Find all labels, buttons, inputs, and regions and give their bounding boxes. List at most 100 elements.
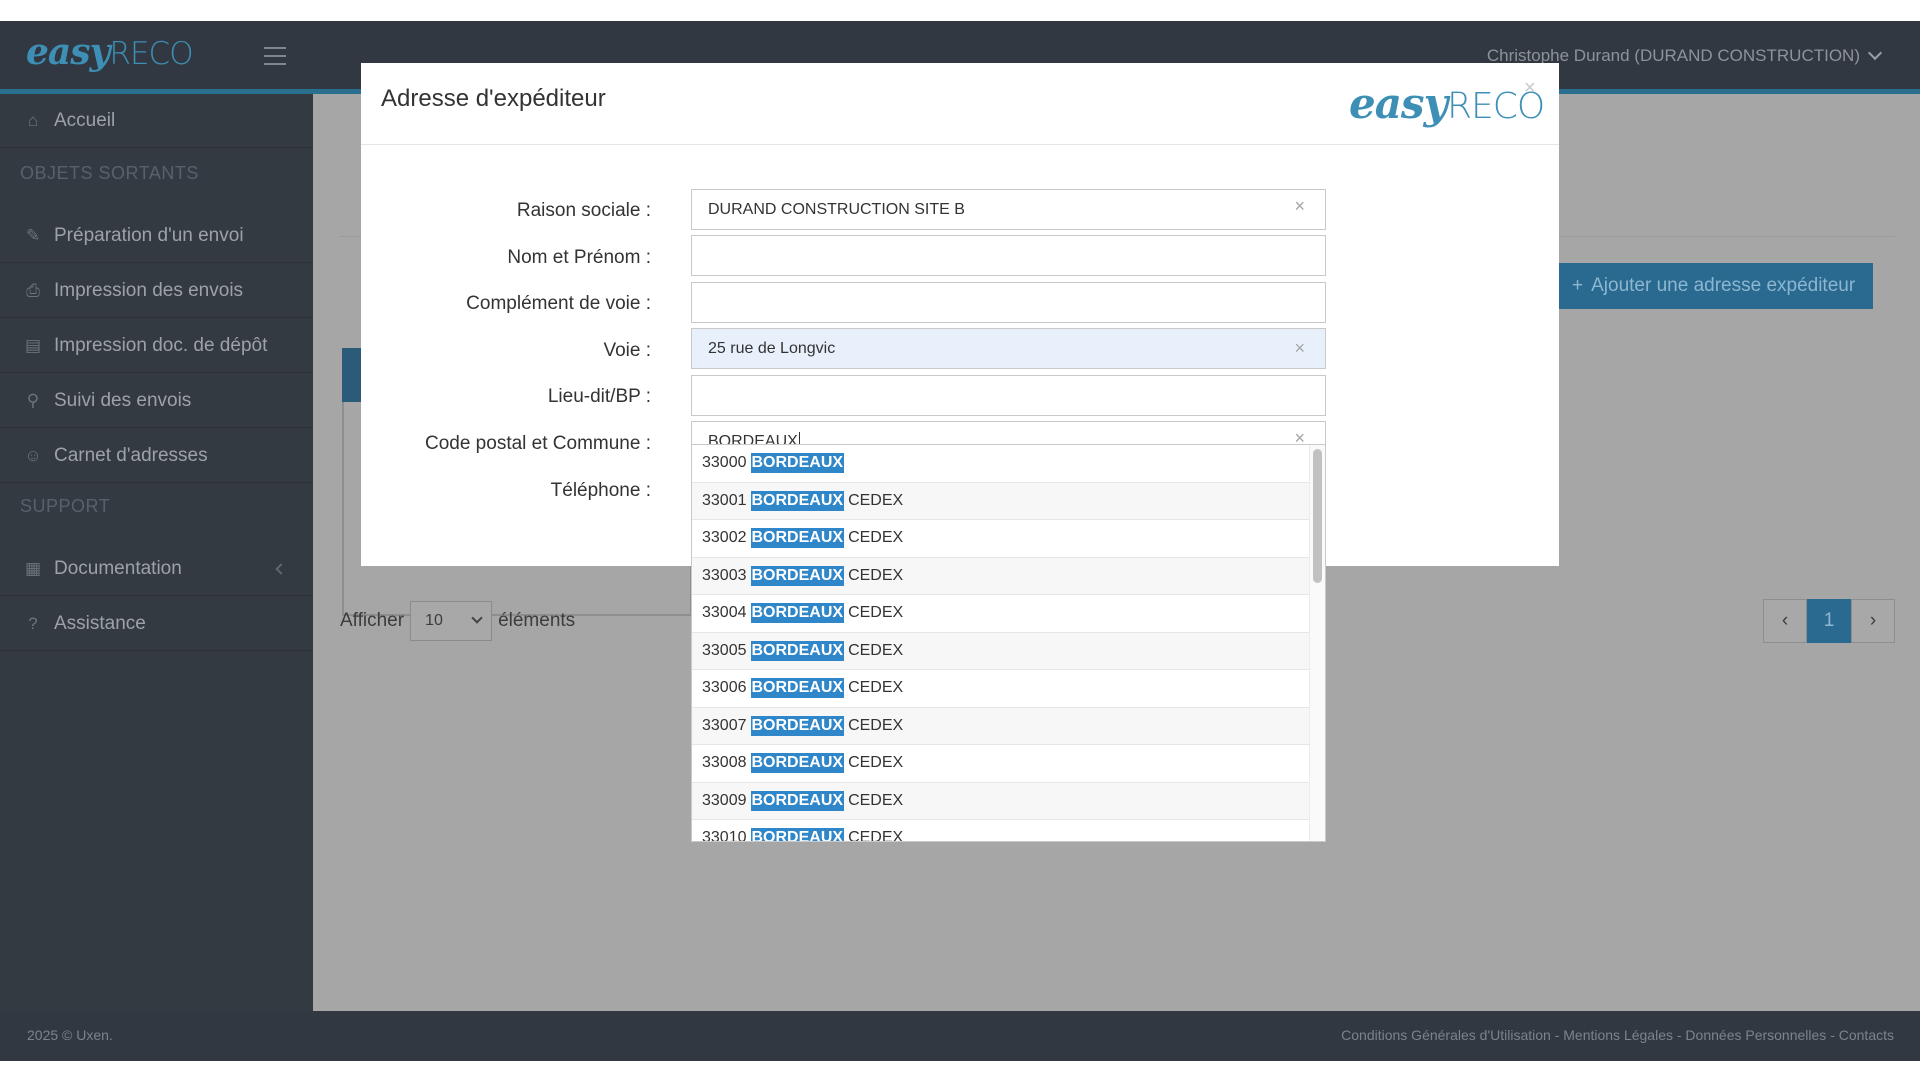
scrollbar-thumb[interactable] (1313, 449, 1322, 583)
option-postal-code: 33003 (702, 566, 747, 584)
clear-icon[interactable]: × (1294, 338, 1305, 359)
option-postal-code: 33005 (702, 641, 747, 659)
home-icon: ⌂ (27, 110, 39, 130)
autocomplete-option[interactable]: 33007 BORDEAUX CEDEX (692, 707, 1309, 745)
table-header (342, 348, 362, 402)
raison-sociale-value: DURAND CONSTRUCTION SITE B (708, 200, 965, 218)
option-suffix: CEDEX (848, 829, 904, 842)
complement-label: Complément de voie : (466, 293, 651, 314)
option-match-highlight: BORDEAUX (750, 790, 845, 811)
option-match-highlight: BORDEAUX (750, 603, 845, 624)
autocomplete-option[interactable]: 33001 BORDEAUX CEDEX (692, 482, 1309, 520)
option-postal-code: 33007 (702, 716, 747, 734)
menu-toggle-icon[interactable] (264, 47, 288, 65)
option-suffix: CEDEX (848, 491, 904, 509)
option-suffix: CEDEX (848, 716, 904, 734)
sidebar-item-label: Accueil (54, 109, 116, 131)
option-match-highlight: BORDEAUX (750, 753, 845, 774)
nom-prenom-field[interactable] (691, 235, 1326, 276)
pencil-icon: ✎ (25, 225, 41, 245)
sidebar-item-assistance[interactable]: ? Assistance (0, 597, 313, 651)
sidebar-item-print-deposit[interactable]: ▤ Impression doc. de dépôt (0, 319, 313, 373)
lieu-dit-field[interactable] (691, 375, 1326, 416)
printer-icon: ⎙ (26, 280, 40, 300)
autocomplete-rows: 33000 BORDEAUX 33001 BORDEAUX CEDEX 33002 BORD… (692, 445, 1325, 842)
option-match-highlight: BORDEAUX (750, 565, 845, 586)
app-window: easy RECO Christophe Durand (DURAND CONST… (0, 21, 1920, 1061)
sidebar-item-label: Impression doc. de dépôt (54, 334, 268, 356)
copyright: 2025 © Uxen. (27, 1027, 113, 1043)
close-icon[interactable]: × (1524, 77, 1536, 100)
complement-field[interactable] (691, 282, 1326, 323)
sidebar-item-label: Suivi des envois (54, 389, 192, 411)
option-match-highlight: BORDEAUX (750, 715, 845, 736)
sidebar-item-address-book[interactable]: ☺ Carnet d'adresses (0, 429, 313, 483)
sidebar-item-label: Documentation (54, 557, 182, 579)
option-suffix: CEDEX (848, 641, 904, 659)
autocomplete-option[interactable]: 33010 BORDEAUX CEDEX (692, 820, 1309, 842)
book-icon: ▦ (24, 558, 42, 578)
option-suffix: CEDEX (848, 604, 904, 622)
logo-easy: easy (26, 31, 110, 73)
option-suffix: CEDEX (848, 566, 904, 584)
chevron-down-icon (471, 612, 483, 624)
option-postal-code: 33010 (702, 829, 747, 842)
logo-reco: RECO (109, 36, 193, 72)
telephone-label: Téléphone : (550, 480, 651, 501)
option-match-highlight: BORDEAUX (750, 678, 845, 699)
commune-autocomplete-list: 33000 BORDEAUX 33001 BORDEAUX CEDEX 33002 BORD… (691, 444, 1326, 842)
code-postal-label: Code postal et Commune : (424, 433, 651, 454)
pagination-page[interactable]: 1 (1807, 599, 1851, 643)
autocomplete-option[interactable]: 33006 BORDEAUX CEDEX (692, 670, 1309, 708)
option-match-highlight: BORDEAUX (750, 828, 845, 841)
autocomplete-option[interactable]: 33002 BORDEAUX CEDEX (692, 520, 1309, 558)
autocomplete-option[interactable]: 33005 BORDEAUX CEDEX (692, 632, 1309, 670)
option-suffix: CEDEX (848, 754, 904, 772)
clear-icon[interactable]: × (1294, 196, 1305, 217)
users-icon: ☺ (24, 445, 42, 465)
option-postal-code: 33008 (702, 754, 747, 772)
help-icon: ? (28, 613, 38, 633)
page-length-control: Afficher 10 éléments (340, 601, 575, 641)
option-postal-code: 33001 (702, 491, 747, 509)
autocomplete-option[interactable]: 33008 BORDEAUX CEDEX (692, 745, 1309, 783)
search-icon: ⚲ (26, 390, 40, 410)
autocomplete-option[interactable]: 33009 BORDEAUX CEDEX (692, 782, 1309, 820)
add-user-icon: + (1572, 275, 1584, 296)
add-sender-address-label: Ajouter une adresse expéditeur (1591, 275, 1856, 296)
sidebar-item-documentation[interactable]: ▦ Documentation (0, 542, 313, 596)
footer-links[interactable]: Conditions Générales d'Utilisation - Men… (1341, 1027, 1894, 1043)
sidebar: ⌂ Accueil OBJETS SORTANTS ✎ Préparation … (0, 94, 313, 1011)
show-suffix: éléments (498, 610, 576, 631)
voie-field[interactable]: 25 rue de Longvic × (691, 328, 1326, 369)
sidebar-item-preparation[interactable]: ✎ Préparation d'un envoi (0, 209, 313, 263)
modal-title: Adresse d'expéditeur (381, 85, 606, 112)
option-postal-code: 33000 (702, 454, 747, 472)
sidebar-item-tracking[interactable]: ⚲ Suivi des envois (0, 374, 313, 428)
autocomplete-option[interactable]: 33000 BORDEAUX (692, 445, 1309, 483)
autocomplete-option[interactable]: 33003 BORDEAUX CEDEX (692, 557, 1309, 595)
page-length-select[interactable]: 10 (410, 601, 493, 641)
pagination: ‹ 1 › (1763, 599, 1895, 643)
sidebar-section-outgoing: OBJETS SORTANTS (20, 163, 199, 183)
option-match-highlight: BORDEAUX (750, 490, 845, 511)
option-match-highlight: BORDEAUX (750, 640, 845, 661)
raison-sociale-field[interactable]: DURAND CONSTRUCTION SITE B × (691, 189, 1326, 230)
nom-prenom-label: Nom et Prénom : (507, 247, 651, 268)
modal-logo: easy RECO (1349, 79, 1545, 128)
footer: 2025 © Uxen. Conditions Générales d'Util… (0, 1011, 1920, 1061)
app-logo[interactable]: easy RECO (26, 31, 194, 75)
sidebar-item-home[interactable]: ⌂ Accueil (0, 94, 313, 148)
sidebar-item-print-sendings[interactable]: ⎙ Impression des envois (0, 264, 313, 318)
option-postal-code: 33009 (702, 791, 747, 809)
option-match-highlight: BORDEAUX (750, 453, 845, 474)
sidebar-item-label: Assistance (54, 612, 146, 634)
sidebar-section-support: SUPPORT (20, 496, 111, 516)
page-length-value: 10 (425, 612, 443, 629)
add-sender-address-button[interactable]: + Ajouter une adresse expéditeur (1552, 263, 1873, 309)
modal-divider (361, 144, 1559, 145)
option-match-highlight: BORDEAUX (750, 528, 845, 549)
autocomplete-option[interactable]: 33004 BORDEAUX CEDEX (692, 595, 1309, 633)
pagination-prev[interactable]: ‹ (1763, 599, 1807, 643)
pagination-next[interactable]: › (1851, 599, 1895, 643)
